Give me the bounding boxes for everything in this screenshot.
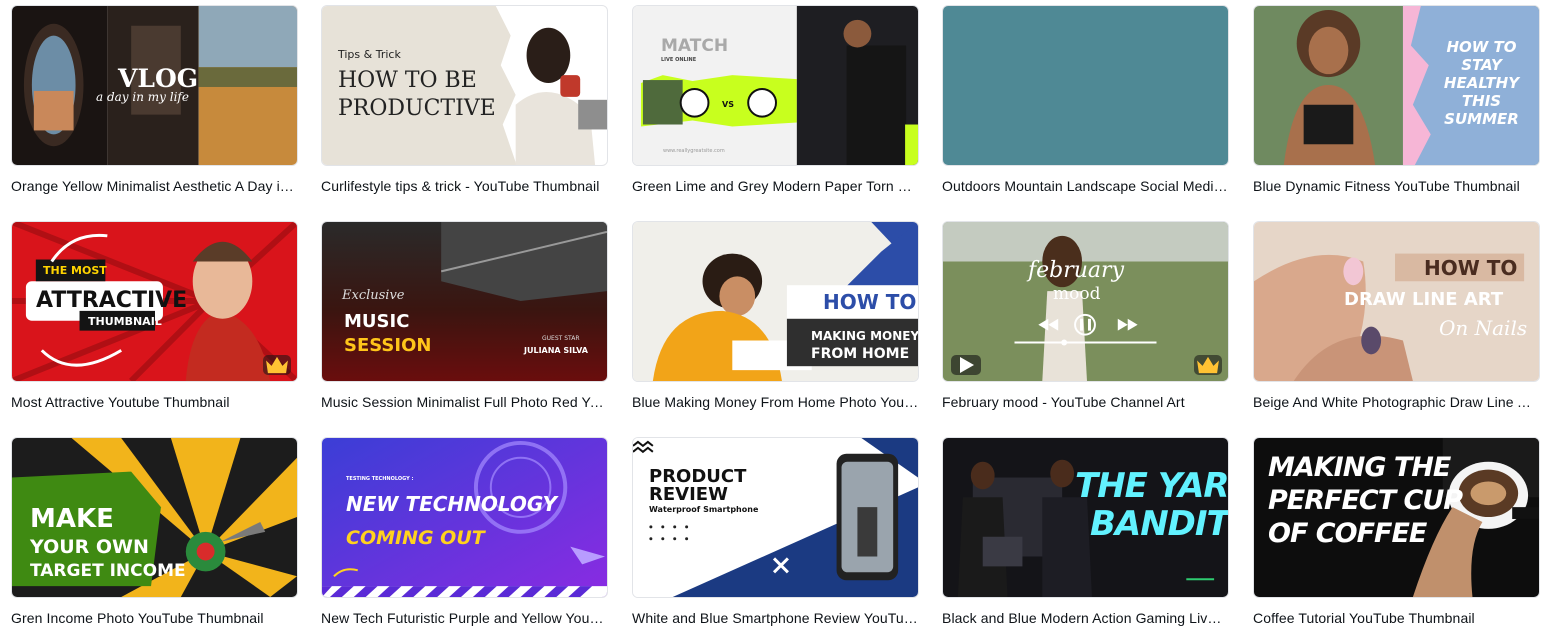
overlay-title-2: REVIEW	[649, 484, 728, 505]
overlay-title-3: OF COFFEE	[1268, 518, 1427, 549]
template-title[interactable]: New Tech Futuristic Purple and Yellow Yo…	[321, 610, 608, 626]
template-title[interactable]: February mood - YouTube Channel Art	[942, 394, 1229, 410]
overlay-title: february	[1028, 258, 1124, 283]
template-card[interactable]: TESTING TECHNOLOGY : NEW TECHNOLOGY COMI…	[321, 437, 608, 626]
overlay-subtitle: COMING OUT	[346, 527, 485, 549]
template-title[interactable]: Curlifestyle tips & trick - YouTube Thum…	[321, 178, 608, 194]
overlay-title: MAKE	[30, 504, 114, 534]
overlay-line: SUMMER	[1444, 110, 1519, 128]
overlay-kicker: THE MOST	[43, 264, 107, 277]
template-title[interactable]: Blue Making Money From Home Photo YouTub…	[632, 394, 919, 410]
overlay-title: HOW TO	[1424, 256, 1518, 280]
template-title[interactable]: Gren Income Photo YouTube Thumbnail	[11, 610, 298, 626]
template-thumbnail[interactable]	[942, 5, 1229, 166]
overlay-kicker: TESTING TECHNOLOGY :	[346, 476, 414, 482]
template-thumbnail[interactable]: THE MOST ATTRACTIVE THUMBNAIL	[11, 221, 298, 382]
overlay-title: NEW TECHNOLOGY	[346, 492, 558, 516]
template-card[interactable]: MAKING THE PERFECT CUP OF COFFEE Coffee …	[1253, 437, 1540, 626]
template-card[interactable]: MAKE YOUR OWN TARGET INCOME Gren Income …	[11, 437, 298, 626]
template-thumbnail[interactable]: february mood	[942, 221, 1229, 382]
overlay-title: HOW TO	[823, 290, 917, 314]
template-card[interactable]: VLOG a day in my life Orange Yellow Mini…	[11, 5, 298, 194]
overlay-line: THIS	[1461, 92, 1502, 110]
premium-badge	[1194, 355, 1222, 375]
template-card[interactable]: Tips & Trick HOW TO BE PRODUCTIVE Curlif…	[321, 5, 608, 194]
overlay-subtitle-2: FROM HOME	[811, 346, 910, 362]
template-thumbnail[interactable]: PRODUCT REVIEW Waterproof Smartphone	[632, 437, 919, 598]
template-thumbnail[interactable]: HOW TO DRAW LINE ART On Nails	[1253, 221, 1540, 382]
template-thumbnail[interactable]: Tips & Trick HOW TO BE PRODUCTIVE	[321, 5, 608, 166]
template-title[interactable]: Music Session Minimalist Full Photo Red …	[321, 394, 608, 410]
template-title[interactable]: Coffee Tutorial YouTube Thumbnail	[1253, 610, 1540, 626]
template-thumbnail[interactable]: VLOG a day in my life	[11, 5, 298, 166]
thumbnail-art	[633, 6, 918, 165]
overlay-line: STAY	[1461, 56, 1502, 74]
template-card[interactable]: MATCH LIVE ONLINE VS www.reallygreatsite…	[632, 5, 919, 194]
template-title[interactable]: Blue Dynamic Fitness YouTube Thumbnail	[1253, 178, 1540, 194]
overlay-footer: www.reallygreatsite.com	[663, 148, 725, 154]
overlay-vs: VS	[722, 100, 734, 109]
overlay-subtitle: Waterproof Smartphone	[649, 505, 759, 514]
template-title[interactable]: Orange Yellow Minimalist Aesthetic A Day…	[11, 178, 298, 194]
template-grid: VLOG a day in my life Orange Yellow Mini…	[0, 0, 1556, 630]
play-icon	[960, 357, 974, 373]
overlay-title: ATTRACTIVE	[36, 288, 188, 313]
overlay-title-2: PERFECT CUP	[1268, 485, 1463, 516]
template-thumbnail[interactable]: MATCH LIVE ONLINE VS www.reallygreatsite…	[632, 5, 919, 166]
template-thumbnail[interactable]: Exclusive MUSIC SESSION GUEST STAR JULIA…	[321, 221, 608, 382]
template-title[interactable]: Green Lime and Grey Modern Paper Torn Ga…	[632, 178, 919, 194]
overlay-subtitle: a day in my life	[96, 90, 189, 104]
template-card[interactable]: HOW TO DRAW LINE ART On Nails Beige And …	[1253, 221, 1540, 410]
overlay-guest-name: JULIANA SILVA	[524, 346, 588, 355]
overlay-kicker: Tips & Trick	[338, 48, 401, 61]
overlay-title: MUSIC	[344, 311, 410, 332]
overlay-script: On Nails	[1439, 316, 1528, 340]
overlay-subtitle: YOUR OWN	[30, 536, 149, 558]
thumbnail-art	[633, 438, 918, 597]
overlay-title: HOW TO BE	[338, 68, 477, 93]
template-card[interactable]: february mood February mood - YouTube Ch…	[942, 221, 1229, 410]
overlay-title-2: SESSION	[344, 335, 432, 356]
template-card[interactable]: PRODUCT REVIEW Waterproof Smartphone Whi…	[632, 437, 919, 626]
template-title[interactable]: Most Attractive Youtube Thumbnail	[11, 394, 298, 410]
template-title[interactable]: Black and Blue Modern Action Gaming Live…	[942, 610, 1229, 626]
overlay-title: MATCH	[661, 36, 729, 56]
template-title[interactable]: White and Blue Smartphone Review YouTube…	[632, 610, 919, 626]
template-thumbnail[interactable]: HOW TO MAKING MONEY FROM HOME	[632, 221, 919, 382]
template-card[interactable]: Exclusive MUSIC SESSION GUEST STAR JULIA…	[321, 221, 608, 410]
overlay-title: THE YARD	[1075, 466, 1229, 506]
overlay-subtitle: mood	[1053, 284, 1101, 304]
template-thumbnail[interactable]: THE YARD BANDITS	[942, 437, 1229, 598]
template-card[interactable]: Outdoors Mountain Landscape Social Media…	[942, 5, 1229, 194]
template-card[interactable]: HOW TO MAKING MONEY FROM HOME Blue Makin…	[632, 221, 919, 410]
overlay-kicker: Exclusive	[342, 288, 405, 303]
crown-icon	[1197, 356, 1219, 374]
thumbnail-art	[322, 438, 607, 597]
template-title[interactable]: Outdoors Mountain Landscape Social Media…	[942, 178, 1229, 194]
overlay-title: MAKING THE	[1268, 452, 1451, 483]
overlay-line: HOW TO	[1446, 38, 1517, 56]
template-card[interactable]: THE YARD BANDITS Black and Blue Modern A…	[942, 437, 1229, 626]
overlay-subtitle: DRAW LINE ART	[1344, 289, 1504, 310]
template-thumbnail[interactable]: MAKING THE PERFECT CUP OF COFFEE	[1253, 437, 1540, 598]
template-thumbnail[interactable]: HOW TO STAY HEALTHY THIS SUMMER	[1253, 5, 1540, 166]
overlay-subtitle: THUMBNAIL	[88, 315, 162, 328]
overlay-subtitle: LIVE ONLINE	[661, 57, 697, 63]
overlay-title-2: PRODUCTIVE	[338, 96, 496, 121]
template-card[interactable]: HOW TO STAY HEALTHY THIS SUMMER Blue Dyn…	[1253, 5, 1540, 194]
overlay-title-2: BANDITS	[1090, 504, 1229, 544]
template-thumbnail[interactable]: MAKE YOUR OWN TARGET INCOME	[11, 437, 298, 598]
overlay-guest-label: GUEST STAR	[542, 335, 580, 342]
overlay-lines: HOW TO STAY HEALTHY THIS SUMMER	[1434, 38, 1529, 128]
premium-badge	[263, 355, 291, 375]
template-thumbnail[interactable]: TESTING TECHNOLOGY : NEW TECHNOLOGY COMI…	[321, 437, 608, 598]
overlay-line: HEALTHY	[1443, 74, 1520, 92]
overlay-subtitle-2: TARGET INCOME	[30, 561, 186, 581]
crown-icon	[266, 356, 288, 374]
template-title[interactable]: Beige And White Photographic Draw Line A…	[1253, 394, 1540, 410]
video-badge	[951, 355, 981, 375]
template-card[interactable]: THE MOST ATTRACTIVE THUMBNAIL Most Attra…	[11, 221, 298, 410]
overlay-subtitle: MAKING MONEY	[811, 329, 919, 343]
overlay-title: VLOG	[118, 64, 199, 93]
